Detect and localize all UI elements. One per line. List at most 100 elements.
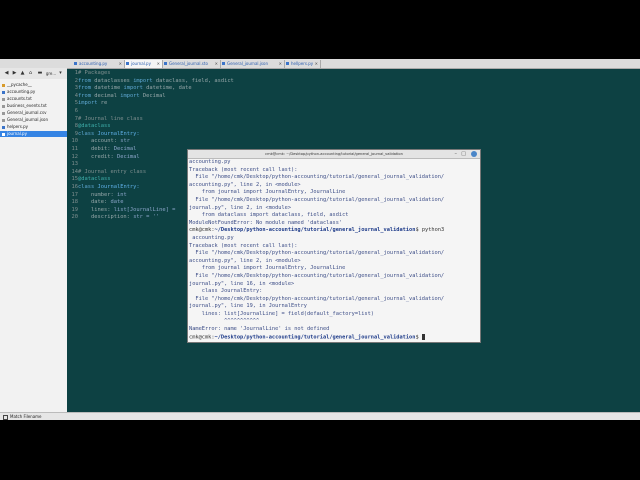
class-name: JournalEntry: <box>94 183 140 190</box>
nav-location[interactable]: gre... <box>45 70 57 77</box>
line-number: 11 <box>71 145 79 152</box>
tab-general-journal-json[interactable]: General_journal.json ✕ <box>221 60 285 68</box>
terminal-line: File "/home/cmk/Desktop/python-accountin… <box>189 196 445 203</box>
python-file-icon <box>2 125 5 129</box>
close-icon[interactable] <box>471 151 477 157</box>
close-icon[interactable]: ✕ <box>157 60 160 67</box>
terminal-line: accounting.py", line 2, in <module> <box>189 181 301 188</box>
folder-icon <box>2 83 5 87</box>
type: Decimal <box>116 153 140 160</box>
file-item[interactable]: helpers.py <box>2 124 66 130</box>
tab-accounting[interactable]: accounting.py ✕ <box>73 60 125 68</box>
terminal-line: File "/home/cmk/Desktop/python-accountin… <box>189 174 445 181</box>
line-number: 6 <box>74 107 78 114</box>
close-icon[interactable]: ✕ <box>315 60 318 67</box>
close-icon[interactable]: ✕ <box>119 60 122 67</box>
line-number: 13 <box>71 161 79 168</box>
comment: # Journal line class <box>78 115 143 122</box>
line-number: 3 <box>74 85 78 92</box>
terminal-window[interactable]: cmk@cmk: ~/Desktop/python-accounting/tut… <box>187 149 481 343</box>
line-number: 5 <box>74 100 78 107</box>
terminal-output[interactable]: accounting.py Traceback (most recent call… <box>189 159 444 342</box>
tab-label: hellpers.py <box>291 61 314 66</box>
file-icon <box>164 62 167 65</box>
minimize-icon[interactable]: – <box>455 151 458 157</box>
up-arrow-icon[interactable]: ▲ <box>19 70 26 77</box>
tab-label: accounting.py <box>79 61 108 66</box>
file-item[interactable]: business_events.txt <box>2 103 66 109</box>
terminal-line: accounting.py <box>189 159 231 165</box>
type: list[JournalLine] = <box>113 206 176 213</box>
line-number: 8 <box>74 123 78 130</box>
close-icon[interactable]: ✕ <box>279 60 282 67</box>
text-file-icon <box>2 118 5 122</box>
file-item[interactable]: General_journal.json <box>2 117 66 123</box>
file-item[interactable]: General_journal.csv <box>2 110 66 116</box>
close-icon[interactable]: ✕ <box>215 60 218 67</box>
tab-journal[interactable]: journal.py ✕ <box>125 60 163 68</box>
prompt-path: ~/Desktop/python-accounting/tutorial/gen… <box>214 227 416 234</box>
file-label: helpers.py <box>7 124 29 129</box>
forward-arrow-icon[interactable]: ▶ <box>11 70 18 77</box>
field: credit: <box>78 153 117 160</box>
module: dataclasses <box>90 77 134 84</box>
decorator: @dataclass <box>78 176 111 183</box>
tab-general-journal-sto[interactable]: General_journal.sto ✕ <box>163 60 221 68</box>
back-arrow-icon[interactable]: ◀ <box>3 70 10 77</box>
line-number: 12 <box>71 153 79 160</box>
python-file-icon <box>74 62 77 65</box>
text-file-icon <box>2 111 5 115</box>
terminal-line: accounting.py", line 2, in <module> <box>189 257 301 264</box>
maximize-icon[interactable]: □ <box>461 151 466 157</box>
terminal-line: from dataclass import dataclass, field, … <box>189 212 349 219</box>
terminal-command: $ python3 <box>415 227 445 234</box>
keyword: class <box>78 130 95 137</box>
text-cursor <box>421 333 425 340</box>
file-item-selected[interactable]: journal.py <box>0 131 67 137</box>
terminal-line: File "/home/cmk/Desktop/python-accountin… <box>189 295 445 302</box>
code-line: class JournalEntry: <box>78 131 234 139</box>
keyword: import <box>123 85 143 92</box>
terminal-titlebar[interactable]: cmk@cmk: ~/Desktop/python-accounting/tut… <box>188 150 480 159</box>
prompt-user: cmk@cmk: <box>189 334 215 341</box>
terminal-line: NameError: name 'JournalLine' is not def… <box>189 326 330 333</box>
keyword: import <box>120 92 140 99</box>
keyword: from <box>78 92 91 99</box>
line-number: 14 <box>71 168 79 175</box>
tab-hellpers[interactable]: hellpers.py ✕ <box>285 60 321 68</box>
line-number: 10 <box>71 138 79 145</box>
home-icon[interactable]: ⌂ <box>27 70 34 77</box>
module: datetime <box>90 85 124 92</box>
line-number: 2 <box>74 77 78 84</box>
file-item[interactable]: accounting.py <box>2 89 66 95</box>
file-label: General_journal.csv <box>7 110 47 115</box>
line-number: 19 <box>71 206 79 213</box>
names: datetime, date <box>142 85 192 92</box>
class-name: JournalEntry: <box>94 130 140 137</box>
prompt-user: cmk@cmk: <box>189 227 215 234</box>
checkbox[interactable] <box>3 414 8 420</box>
line-number: 20 <box>71 214 79 221</box>
decorator: @dataclass <box>78 123 111 130</box>
line-number: 15 <box>71 176 79 183</box>
file-label: business_events.txt <box>7 103 47 108</box>
code-line: from decimal import Decimal <box>78 93 234 101</box>
line-number: 17 <box>71 191 79 198</box>
terminal-line: journal.py", line 19, in JournalEntry <box>189 303 307 310</box>
module: re <box>97 100 108 107</box>
field: number: <box>78 191 117 198</box>
text-file-icon <box>2 97 5 101</box>
folder-icon: ▬ <box>37 70 43 76</box>
names: Decimal <box>139 92 166 99</box>
chevron-down-icon[interactable]: ▾ <box>57 70 64 77</box>
python-file-icon <box>2 132 5 136</box>
tab-label: journal.py <box>131 61 151 66</box>
terminal-prompt-line: cmk@cmk:~/Desktop/python-accounting/tuto… <box>189 333 444 342</box>
terminal-line: from journal import JournalEntry, Journa… <box>189 189 346 196</box>
python-file-icon <box>286 62 289 65</box>
file-item[interactable]: __pycache__ <box>2 82 66 88</box>
keyword: from <box>78 85 91 92</box>
file-item[interactable]: accounts.txt <box>2 96 66 102</box>
line-number: 18 <box>71 199 79 206</box>
line-number: 16 <box>71 183 79 190</box>
